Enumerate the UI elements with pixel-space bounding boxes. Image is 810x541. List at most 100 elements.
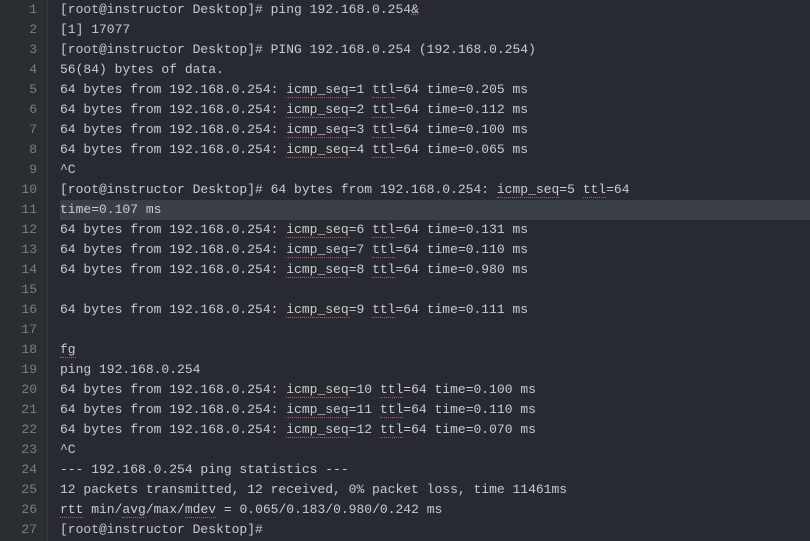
code-text: icmp_seq	[286, 242, 348, 258]
code-text: =2	[349, 102, 372, 117]
line-number: 17	[0, 320, 37, 340]
code-text: icmp_seq	[286, 122, 348, 138]
code-line[interactable]: 64 bytes from 192.168.0.254: icmp_seq=3 …	[60, 120, 810, 140]
code-text: [root@instructor Desktop]# PING 192.168.…	[60, 42, 536, 57]
code-line[interactable]: rtt min/avg/max/mdev = 0.065/0.183/0.980…	[60, 500, 810, 520]
code-text: = 0.065/0.183/0.980/0.242 ms	[216, 502, 442, 517]
code-line[interactable]: 64 bytes from 192.168.0.254: icmp_seq=1 …	[60, 80, 810, 100]
code-text: /max/	[146, 502, 185, 517]
code-text: =64 time=0.110 ms	[403, 402, 536, 417]
code-text: =3	[349, 122, 372, 137]
code-text: [root@instructor Desktop]#	[60, 522, 263, 537]
code-line[interactable]: 64 bytes from 192.168.0.254: icmp_seq=2 …	[60, 100, 810, 120]
code-line[interactable]: fg	[60, 340, 810, 360]
line-number: 23	[0, 440, 37, 460]
line-number: 6	[0, 100, 37, 120]
code-line[interactable]: 64 bytes from 192.168.0.254: icmp_seq=6 …	[60, 220, 810, 240]
code-line[interactable]: [root@instructor Desktop]#	[60, 520, 810, 540]
code-text: ttl	[372, 242, 395, 258]
line-number: 4	[0, 60, 37, 80]
code-text: icmp_seq	[497, 182, 559, 198]
line-number: 27	[0, 520, 37, 540]
line-number: 14	[0, 260, 37, 280]
code-text: 64 bytes from 192.168.0.254:	[60, 402, 286, 417]
code-text: 64 bytes from 192.168.0.254:	[60, 122, 286, 137]
code-line[interactable]: 12 packets transmitted, 12 received, 0% …	[60, 480, 810, 500]
code-line[interactable]: 56(84) bytes of data.	[60, 60, 810, 80]
code-line[interactable]: [root@instructor Desktop]# PING 192.168.…	[60, 40, 810, 60]
code-line[interactable]: 64 bytes from 192.168.0.254: icmp_seq=9 …	[60, 300, 810, 320]
code-text: =9	[349, 302, 372, 317]
code-line[interactable]: 64 bytes from 192.168.0.254: icmp_seq=12…	[60, 420, 810, 440]
code-text: =64 time=0.112 ms	[395, 102, 528, 117]
line-number: 3	[0, 40, 37, 60]
code-text: =10	[349, 382, 380, 397]
code-text: 64 bytes from 192.168.0.254:	[60, 262, 286, 277]
code-text: =64 time=0.100 ms	[395, 122, 528, 137]
code-line[interactable]: --- 192.168.0.254 ping statistics ---	[60, 460, 810, 480]
code-text: ttl	[372, 82, 395, 98]
code-text: 12 packets transmitted, 12 received, 0% …	[60, 482, 567, 497]
line-number: 5	[0, 80, 37, 100]
code-line[interactable]: [root@instructor Desktop]# 64 bytes from…	[60, 180, 810, 200]
code-text: 64 bytes from 192.168.0.254:	[60, 382, 286, 397]
code-text: ^C	[60, 442, 76, 457]
code-line[interactable]: ^C	[60, 160, 810, 180]
code-text: 64 bytes from 192.168.0.254:	[60, 102, 286, 117]
code-text: ttl	[380, 402, 403, 418]
code-text: 64 bytes from 192.168.0.254:	[60, 422, 286, 437]
code-line[interactable]: 64 bytes from 192.168.0.254: icmp_seq=8 …	[60, 260, 810, 280]
code-line[interactable]: ^C	[60, 440, 810, 460]
code-line[interactable]: time=0.107 ms	[60, 200, 810, 220]
code-text: icmp_seq	[286, 382, 348, 398]
code-text: ttl	[583, 182, 606, 198]
code-text: 64 bytes from 192.168.0.254:	[60, 302, 286, 317]
line-number: 2	[0, 20, 37, 40]
code-line[interactable]: 64 bytes from 192.168.0.254: icmp_seq=7 …	[60, 240, 810, 260]
line-number: 19	[0, 360, 37, 380]
line-number: 24	[0, 460, 37, 480]
line-number: 11	[0, 200, 37, 220]
code-line[interactable]: 64 bytes from 192.168.0.254: icmp_seq=4 …	[60, 140, 810, 160]
code-text: =8	[349, 262, 372, 277]
code-text: ttl	[380, 422, 403, 438]
code-text: ttl	[372, 102, 395, 118]
line-number: 20	[0, 380, 37, 400]
code-text: icmp_seq	[286, 402, 348, 418]
code-text: [1] 17077	[60, 22, 130, 37]
code-text: 64 bytes from 192.168.0.254:	[60, 142, 286, 157]
code-text: =5	[559, 182, 582, 197]
code-text: =12	[349, 422, 380, 437]
code-text: min/	[83, 502, 122, 517]
code-text: ttl	[372, 262, 395, 278]
code-text: =64 time=0.205 ms	[395, 82, 528, 97]
code-text: [root@instructor Desktop]# 64 bytes from…	[60, 182, 497, 197]
editor-content[interactable]: [root@instructor Desktop]# ping 192.168.…	[48, 0, 810, 541]
code-text: 64 bytes from 192.168.0.254:	[60, 82, 286, 97]
code-text: =64 time=0.980 ms	[395, 262, 528, 277]
code-text: =64 time=0.111 ms	[395, 302, 528, 317]
code-text: =64	[606, 182, 629, 197]
code-text: ^C	[60, 162, 76, 177]
code-line[interactable]: ping 192.168.0.254	[60, 360, 810, 380]
code-text: =6	[349, 222, 372, 237]
code-line[interactable]	[60, 320, 810, 340]
code-text: =64 time=0.100 ms	[403, 382, 536, 397]
code-line[interactable]: 64 bytes from 192.168.0.254: icmp_seq=10…	[60, 380, 810, 400]
code-text: avg	[122, 502, 145, 518]
line-number: 10	[0, 180, 37, 200]
code-text: =7	[349, 242, 372, 257]
code-text: icmp_seq	[286, 142, 348, 158]
code-line[interactable]: [1] 17077	[60, 20, 810, 40]
code-line[interactable]	[60, 280, 810, 300]
code-line[interactable]: [root@instructor Desktop]# ping 192.168.…	[60, 0, 810, 20]
line-number: 12	[0, 220, 37, 240]
code-text: mdev	[185, 502, 216, 518]
code-text: ttl	[372, 122, 395, 138]
code-text: icmp_seq	[286, 422, 348, 438]
code-line[interactable]: 64 bytes from 192.168.0.254: icmp_seq=11…	[60, 400, 810, 420]
code-text: =1	[349, 82, 372, 97]
line-number: 13	[0, 240, 37, 260]
code-text: =64 time=0.110 ms	[395, 242, 528, 257]
code-text: =64 time=0.065 ms	[395, 142, 528, 157]
